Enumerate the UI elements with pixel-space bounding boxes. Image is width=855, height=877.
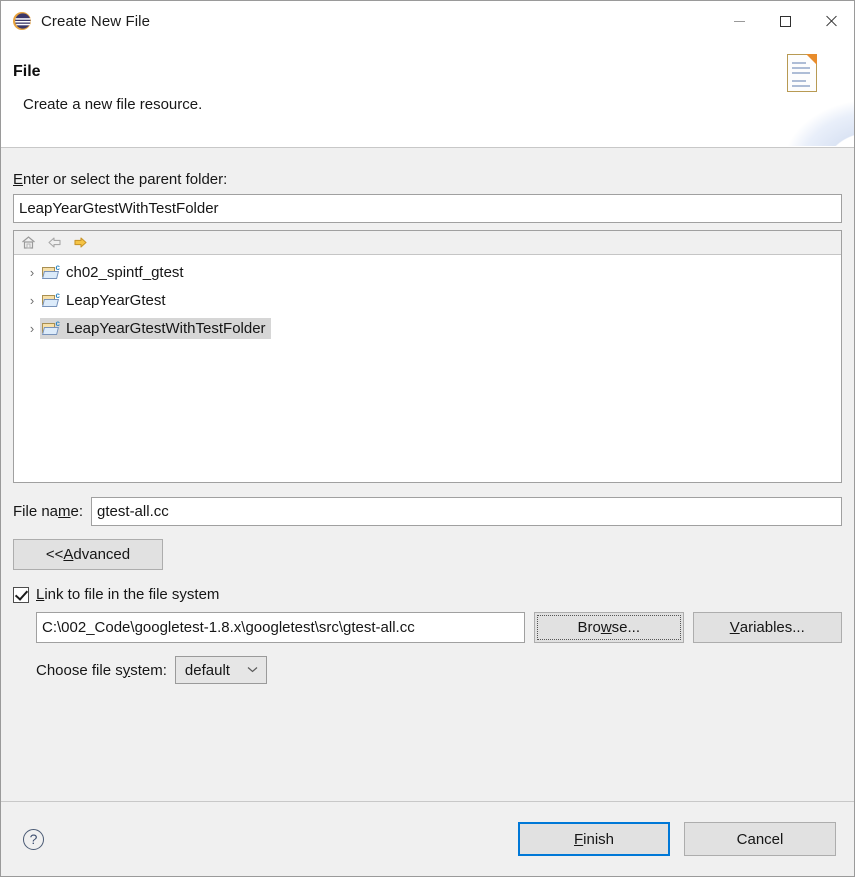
help-icon[interactable]: ?: [23, 828, 44, 850]
link-path-row: C:\002_Code\googletest-1.8.x\googletest\…: [13, 612, 842, 643]
parent-folder-label-mnemonic: E: [13, 171, 24, 188]
tree-item-label: LeapYearGtestWithTestFolder: [66, 319, 266, 337]
tree-row[interactable]: › c LeapYearGtestWithTestFolder: [14, 314, 841, 342]
file-system-selected-value: default: [184, 661, 230, 679]
file-system-label: Choose file system:: [36, 661, 167, 679]
expand-chevron-icon[interactable]: ›: [24, 265, 40, 280]
tree-row[interactable]: › c ch02_spintf_gtest: [14, 258, 841, 286]
window-title: Create New File: [41, 12, 151, 30]
parent-folder-input[interactable]: LeapYearGtestWithTestFolder: [13, 194, 842, 223]
browse-button-mnemonic: w: [600, 619, 612, 636]
minimize-icon: [733, 20, 745, 22]
parent-folder-tree-panel: › c ch02_spintf_gtest › c LeapYearGtest …: [13, 230, 842, 483]
link-to-file-checkbox[interactable]: [13, 586, 29, 603]
create-new-file-dialog: Create New File File Create a new file r…: [0, 0, 855, 877]
page-title: File: [13, 63, 41, 80]
tree-item[interactable]: c ch02_spintf_gtest: [40, 262, 189, 283]
file-name-row: File name: gtest-all.cc: [13, 497, 842, 526]
link-to-file-label[interactable]: Link to file in the file system: [36, 586, 219, 603]
back-arrow-icon[interactable]: [46, 234, 63, 251]
tree-item-label: LeapYearGtest: [66, 291, 166, 309]
expand-chevron-icon[interactable]: ›: [24, 321, 40, 336]
minimize-button[interactable]: [716, 1, 762, 41]
advanced-toggle-button[interactable]: << Advanced: [13, 539, 163, 570]
footer-buttons: Finish Cancel: [518, 822, 836, 856]
link-path-input[interactable]: C:\002_Code\googletest-1.8.x\googletest\…: [36, 612, 525, 643]
title-bar: Create New File: [1, 1, 854, 41]
advanced-button-mnemonic: A: [63, 546, 74, 563]
folder-tree[interactable]: › c ch02_spintf_gtest › c LeapYearGtest …: [14, 255, 841, 482]
file-name-input[interactable]: gtest-all.cc: [91, 497, 842, 526]
window-controls: [716, 1, 854, 41]
variables-button[interactable]: Variables...: [692, 612, 842, 643]
close-icon: [824, 14, 838, 28]
tree-item-selected[interactable]: c LeapYearGtestWithTestFolder: [40, 317, 271, 339]
tree-row[interactable]: › c LeapYearGtest: [14, 286, 841, 314]
file-system-row: Choose file system: default: [13, 656, 842, 684]
cpp-project-folder-icon: c: [42, 292, 60, 308]
link-to-file-checkbox-row[interactable]: Link to file in the file system: [13, 586, 842, 603]
title-bar-left: Create New File: [1, 11, 150, 31]
wizard-banner: File Create a new file resource.: [1, 41, 854, 148]
cpp-project-folder-icon: c: [42, 320, 60, 336]
file-name-label-mnemonic: m: [58, 503, 71, 520]
cpp-project-folder-icon: c: [42, 264, 60, 280]
close-button[interactable]: [808, 1, 854, 41]
eclipse-icon: [12, 11, 32, 31]
home-icon[interactable]: [20, 234, 37, 251]
banner-artwork: [761, 41, 854, 146]
tree-item-label: ch02_spintf_gtest: [66, 263, 184, 281]
parent-folder-label: Enter or select the parent folder:: [13, 171, 228, 188]
tree-item[interactable]: c LeapYearGtest: [40, 290, 171, 311]
file-name-label: File name:: [13, 503, 84, 520]
tree-toolbar: [14, 231, 841, 255]
maximize-icon: [779, 15, 791, 27]
cancel-button[interactable]: Cancel: [684, 822, 836, 856]
variables-button-mnemonic: V: [729, 619, 740, 636]
maximize-button[interactable]: [762, 1, 808, 41]
forward-arrow-icon[interactable]: [72, 234, 89, 251]
chevron-down-icon: [247, 665, 258, 676]
dialog-body: Enter or select the parent folder: LeapY…: [1, 148, 854, 801]
document-icon-fold: [806, 54, 817, 65]
browse-button[interactable]: Bro w se...: [534, 612, 684, 643]
finish-button[interactable]: Finish: [518, 822, 670, 856]
file-system-select[interactable]: default: [174, 656, 267, 684]
dialog-footer: ? Finish Cancel: [1, 801, 854, 876]
expand-chevron-icon[interactable]: ›: [24, 293, 40, 308]
page-subtitle: Create a new file resource.: [23, 96, 203, 113]
document-icon: [787, 54, 817, 92]
finish-button-mnemonic: F: [573, 830, 584, 848]
